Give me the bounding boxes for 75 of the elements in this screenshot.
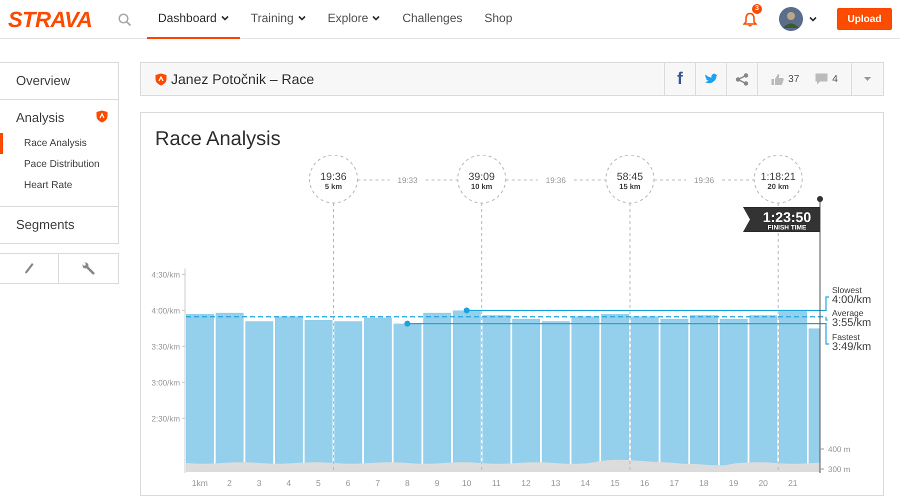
x-tick-label: 14 [580,478,590,488]
x-tick-label: 3 [256,478,262,488]
nav-tab[interactable]: Dashboard [147,0,240,38]
reference-label: Average [832,308,864,318]
elevation-tick-label: 300 m [828,465,850,474]
split-time: 39:09 [468,171,495,183]
reference-value: 3:49/km [832,341,872,353]
interval-time: 19:33 [398,176,418,185]
nav-tab[interactable]: Shop [473,0,524,38]
reference-label: Fastest [832,332,860,342]
y-tick-label: 3:00/km [152,378,180,388]
split-marker [308,155,358,204]
bird-icon [704,73,718,85]
x-tick-label: 2 [227,478,232,488]
interval-time: 19:36 [694,176,714,185]
x-tick-label: 16 [640,478,650,488]
x-tick-label: 20 [758,478,768,488]
nav-tab[interactable]: Training [240,0,317,38]
x-tick-label: 17 [670,478,679,488]
facebook-button[interactable]: f [664,63,695,95]
elevation-axis-ticks [820,448,824,470]
activity-title: Janez Potočnik – Race [171,70,314,88]
x-tick-label: 21 [788,478,798,488]
y-tick-label: 2:30/km [152,414,180,424]
x-tick-label: 6 [346,478,350,488]
comment-icon [815,73,828,85]
shield-icon [155,72,167,86]
reference-value: 3:55/km [832,317,872,329]
split-time: 1:18:21 [760,171,796,183]
x-tick-label: 10 [462,478,472,488]
x-tick-label: 5 [316,478,321,488]
x-tick-label: 1km [192,478,208,488]
reference-value: 4:00/km [832,294,872,306]
split-time: 58:45 [616,171,644,183]
caret-icon[interactable] [809,16,817,22]
x-tick-label: 7 [375,478,380,488]
finish-time: 1:23:50 [762,209,812,225]
split-marker [605,155,654,204]
sidebar-item[interactable]: Analysis [0,100,80,133]
sidebar-subitem[interactable]: Pace Distribution [0,154,104,175]
avatar[interactable] [779,7,803,31]
sidebar-subitem[interactable]: Race Analysis [0,133,91,154]
x-tick-label: 4 [286,478,292,488]
x-tick-label: 13 [550,478,560,488]
section-title: Race Analysis [154,127,282,151]
reference-label: Slowest [832,285,862,295]
share-icon [735,72,749,86]
bell-icon[interactable] [743,12,757,28]
nav-tab[interactable]: Explore [316,0,392,38]
x-tick-label: 15 [610,478,620,488]
comments-button[interactable]: 4 [815,72,838,86]
interval-time: 19:36 [546,176,566,185]
sidebar-item[interactable]: Segments [0,207,91,242]
x-tick-label: 18 [699,478,709,488]
split-marker [754,155,803,204]
sidebar-subitem[interactable]: Heart Rate [0,175,76,196]
elevation-tick-label: 400 m [828,445,850,454]
kudos-button[interactable]: 37 [771,72,800,86]
x-tick-label: 8 [405,478,410,488]
nav-tab[interactable]: Challenges [391,0,474,38]
thumbs-up-icon [771,73,784,85]
x-tick-label: 19 [728,478,738,488]
wrench-icon [82,262,95,274]
split-time: 19:36 [320,171,347,183]
split-marker [457,155,506,204]
caret-icon [864,77,871,81]
x-tick-label: 11 [492,478,501,488]
search-icon[interactable] [118,12,131,26]
y-tick-label: 3:30/km [152,342,180,352]
y-tick-label: 4:30/km [152,270,180,280]
settings-button[interactable] [59,252,119,284]
pencil-icon [24,262,34,274]
y-tick-label: 4:00/km [152,306,180,316]
x-tick-label: 9 [434,478,440,488]
x-tick-label: 12 [521,478,531,488]
